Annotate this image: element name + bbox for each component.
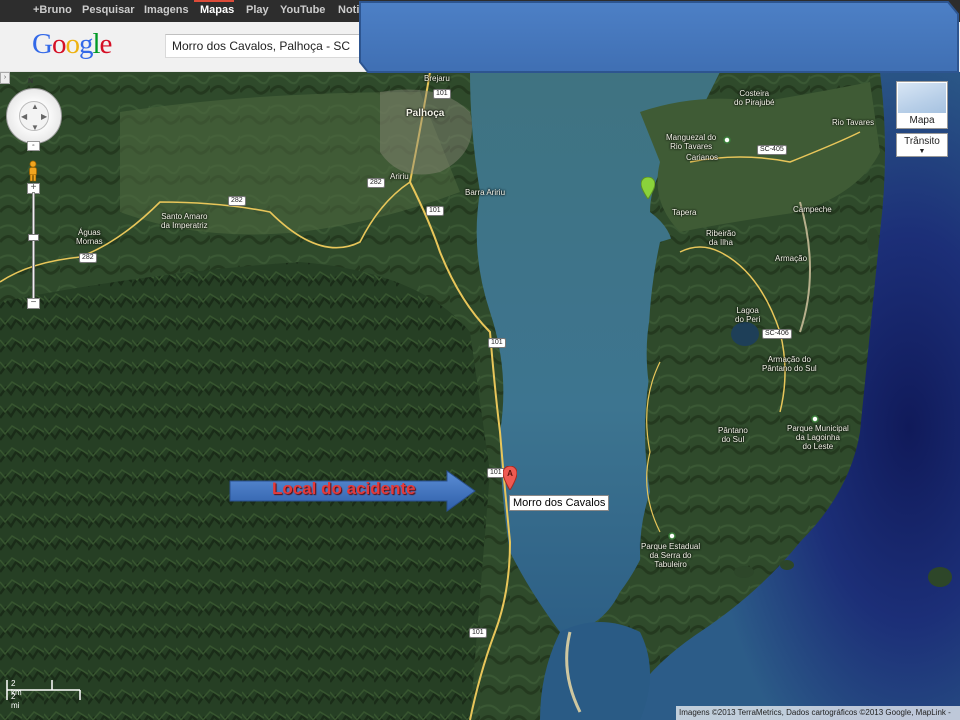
pan-down-icon[interactable]: ▼ [31,123,39,132]
pegman-icon[interactable] [26,160,40,182]
marker-a-icon[interactable]: A [503,466,517,490]
place-manguezal: Manguezal do Rio Tavares [666,133,717,151]
highway-shield: SC-405 [757,145,787,155]
place-pantano: Pântano do Sul [718,426,748,444]
place-brejaru: Brejaru [424,74,450,83]
park-marker-icon[interactable] [723,136,731,144]
google-logo[interactable]: Google [32,28,113,61]
place-carianos: Carianos [686,153,719,162]
highway-shield: SC-406 [762,329,792,339]
zoom-slider-thumb[interactable] [28,234,39,241]
active-indicator [194,0,234,2]
annotation-arrow: Local do acidente [229,470,477,512]
highway-shield: 101 [469,628,487,638]
place-parque-lagoinha: Parque Municipal da Lagoinha do Leste [787,424,849,451]
logo-letter: o [51,28,66,60]
place-palhoca: Palhoça [406,108,445,119]
place-armacao-pantano: Armação do Pântano do Sul [762,355,817,373]
pan-up-icon[interactable]: ▲ [31,102,39,111]
pan-left-icon[interactable]: ◀ [21,112,27,121]
place-costeira: Costeira do Pirajubé [734,89,775,107]
chevron-down-icon: ▼ [918,148,926,155]
gbar-item-pesquisar[interactable]: Pesquisar [82,4,135,16]
green-pin-icon[interactable] [641,177,655,199]
pan-right-icon[interactable]: ▶ [41,112,47,121]
logo-letter: o [65,28,79,60]
park-marker-icon[interactable] [668,532,676,540]
place-aririu: Aririu [390,172,409,181]
fullscreen-icon[interactable]: ▫ [27,141,40,151]
place-campeche: Campeche [793,205,832,214]
place-ribeirao: Ribeirão da Ilha [706,229,736,247]
highway-shield: 282 [367,178,385,188]
place-parque-tabuleiro: Parque Estadual da Serra do Tabuleiro [641,542,701,569]
zoom-out-button[interactable]: − [27,298,40,309]
zoom-slider-track[interactable] [32,192,35,302]
logo-letter: e [99,28,113,60]
place-tapera: Tapera [672,208,697,217]
marker-label[interactable]: Morro dos Cavalos [509,495,610,511]
svg-text:A: A [507,469,513,478]
traffic-label: Trânsito [904,136,940,147]
search-input[interactable]: Morro dos Cavalos, Palhoça - SC [165,34,365,58]
logo-letter: g [78,28,93,60]
place-lagoa-peri: Lagoa do Peri [735,306,761,324]
logo-letter: G [32,28,53,60]
collapse-panel-icon[interactable]: › [0,72,10,84]
gbar-item-noticias[interactable]: Noti [338,4,359,16]
map-thumbnail [898,83,946,113]
highway-shield: 282 [228,196,246,206]
gbar-item-imagens[interactable]: Imagens [144,4,189,16]
cover-banner [359,1,959,73]
gbar-item-play[interactable]: Play [246,4,269,16]
highway-shield: 101 [426,206,444,216]
traffic-button[interactable]: Trânsito ▼ [896,133,948,157]
logo-letter: l [92,28,100,60]
satellite-imagery [0,72,960,720]
place-santo-amaro: Santo Amaro da Imperatriz [161,212,208,230]
gbar-item-youtube[interactable]: YouTube [280,4,325,16]
place-barra-aririu: Barra Aririu [465,188,506,197]
highway-shield: 282 [79,253,97,263]
place-armacao: Armação [775,254,808,263]
map-view[interactable]: Brejaru Palhoça Aririu Barra Aririu Sant… [0,72,960,720]
place-aguas-mornas: Águas Mornas [76,228,103,246]
park-marker-icon[interactable] [811,415,819,423]
annotation-label: Local do acidente [272,479,416,498]
place-rio-tavares: Rio Tavares [832,118,875,127]
gbar-item-bruno[interactable]: +Bruno [33,4,72,16]
compass-north: N [28,78,34,85]
highway-shield: 101 [433,89,451,99]
highway-shield: 101 [488,338,506,348]
scale-mi: 2 mi [11,692,20,710]
pan-control[interactable]: ▲ ▼ ◀ ▶ [6,88,62,144]
copyright-text: Imagens ©2013 TerraMetrics, Dados cartog… [676,706,960,720]
map-type-button[interactable]: Mapa [896,81,948,129]
gbar-item-mapas[interactable]: Mapas [200,4,234,16]
map-type-label: Mapa [909,115,935,126]
